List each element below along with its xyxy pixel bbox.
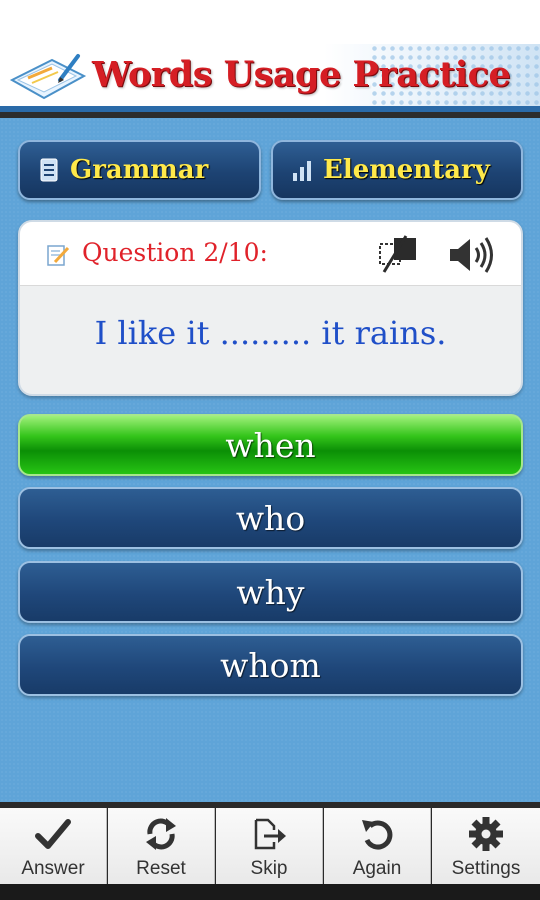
bottom-toolbar: Answer Reset Skip Again Settings bbox=[0, 802, 540, 884]
question-card-header: Question 2/10: bbox=[20, 222, 521, 286]
translate-icon[interactable] bbox=[376, 234, 422, 276]
again-icon bbox=[362, 820, 393, 850]
reset-button[interactable]: Reset bbox=[108, 808, 215, 884]
app-title: Words Usage Practice bbox=[92, 54, 511, 95]
app-logo-icon bbox=[9, 54, 87, 100]
skip-icon bbox=[254, 818, 286, 850]
reset-label: Reset bbox=[136, 858, 186, 879]
level-label: Elementary bbox=[323, 155, 490, 185]
category-button[interactable]: Grammar bbox=[18, 140, 261, 200]
bars-icon bbox=[293, 161, 311, 181]
level-button[interactable]: Elementary bbox=[271, 140, 523, 200]
settings-label: Settings bbox=[451, 858, 521, 879]
system-nav-strip bbox=[0, 884, 540, 900]
speaker-icon[interactable] bbox=[446, 234, 494, 276]
category-label: Grammar bbox=[70, 155, 209, 185]
reset-icon bbox=[146, 818, 176, 850]
checkmark-icon bbox=[35, 819, 71, 849]
answer-label: Answer bbox=[21, 858, 85, 879]
answer-option[interactable]: whom bbox=[18, 634, 523, 696]
question-card: Question 2/10: I like it ......... it ra… bbox=[18, 220, 523, 396]
document-icon bbox=[40, 158, 58, 182]
note-icon bbox=[47, 245, 70, 266]
app-header: Words Usage Practice bbox=[0, 44, 540, 112]
answer-button[interactable]: Answer bbox=[0, 808, 107, 884]
answer-option[interactable]: when bbox=[18, 414, 523, 476]
answer-option[interactable]: why bbox=[18, 561, 523, 623]
settings-button[interactable]: Settings bbox=[432, 808, 540, 884]
again-button[interactable]: Again bbox=[324, 808, 431, 884]
status-bar bbox=[0, 0, 540, 44]
question-text: I like it ......... it rains. bbox=[94, 314, 447, 352]
again-label: Again bbox=[352, 858, 402, 879]
skip-label: Skip bbox=[250, 858, 288, 879]
question-counter: Question 2/10: bbox=[82, 238, 268, 267]
gear-icon bbox=[469, 817, 503, 851]
main-area: Grammar Elementary Question 2/10: I like… bbox=[0, 118, 540, 802]
skip-button[interactable]: Skip bbox=[216, 808, 323, 884]
answer-option[interactable]: who bbox=[18, 487, 523, 549]
